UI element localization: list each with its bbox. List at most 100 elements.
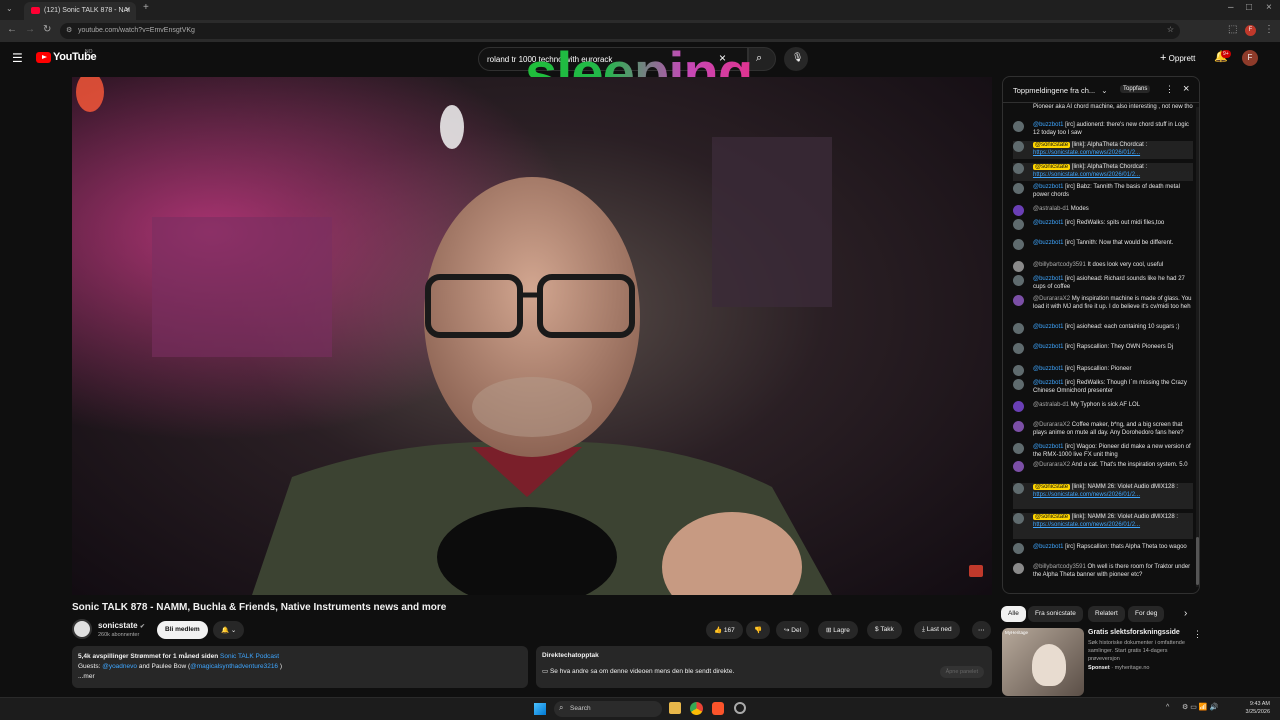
bookmark-star-icon[interactable]: ☆ [1167,25,1174,34]
open-panel-button[interactable]: Åpne panelet [939,666,984,678]
guest-link-1[interactable]: @yoadnevo [102,663,137,670]
more-actions-button[interactable]: ⋯ [972,621,991,639]
back-icon[interactable]: ← [7,24,17,36]
chat-author[interactable]: @DurararaX2 [1033,296,1070,302]
chat-avatar[interactable] [1013,379,1024,390]
chat-author[interactable]: @buzzbot1 [1033,366,1063,372]
minimize-icon[interactable]: – [1228,2,1234,14]
chat-message[interactable]: @sonicstate [link]: AlphaTheta Chordcat … [1013,163,1193,181]
close-chat-icon[interactable]: × [1183,83,1189,95]
taskbar-clock[interactable]: 9:43 AM 3/25/2026 [1238,700,1270,716]
chat-avatar[interactable] [1013,543,1024,554]
chip-related[interactable]: Relatert [1088,606,1125,622]
channel-name[interactable]: sonicstate ✔ [98,621,145,630]
chat-message[interactable]: @billybartcody3591 Oh well is there room… [1013,563,1193,583]
tray-icons[interactable]: ⚙ ▭ 📶 🔊 [1182,703,1218,711]
chat-avatar[interactable] [1013,401,1024,412]
taskbar-search-input[interactable]: ⌕ Search [554,701,662,717]
chat-author[interactable]: @buzzbot1 [1033,544,1063,550]
chat-author[interactable]: @sonicstate [1033,142,1071,148]
chat-avatar[interactable] [1013,183,1024,194]
chat-author[interactable]: @buzzbot1 [1033,122,1063,128]
site-info-icon[interactable]: ⚙ [66,26,72,34]
maximize-icon[interactable]: □ [1246,2,1252,14]
browser-tab-active[interactable]: (121) Sonic TALK 878 - NAI × [24,2,136,20]
dislike-button[interactable]: 👎 [746,621,771,639]
chat-author[interactable]: @DurararaX2 [1033,422,1070,428]
chat-message[interactable]: @buzzbot1 [irc] Babz: Tannith The basis … [1013,183,1193,199]
tray-chevron-icon[interactable]: ^ [1166,704,1169,711]
chat-avatar[interactable] [1013,365,1024,376]
url-field[interactable]: ⚙ youtube.com/watch?v=EmvEnsgtVKg ☆ [60,23,1180,39]
chat-avatar[interactable] [1013,513,1024,524]
chat-message[interactable]: @buzzbot1 [irc] asiohead: Richard sounds… [1013,275,1193,291]
chip-for-you[interactable]: For deg [1128,606,1165,622]
chat-avatar[interactable] [1013,295,1024,306]
chat-author[interactable]: @buzzbot1 [1033,380,1063,386]
chat-message[interactable]: Pioneer aka AI chord machine, also inter… [1013,103,1193,119]
account-avatar[interactable]: F [1242,50,1258,66]
chat-link[interactable]: https://sonicstate.com/news/2026/01/2... [1033,492,1140,498]
chat-mode-dropdown[interactable]: Toppmeldingene fra ch... [1013,86,1095,95]
chat-avatar[interactable] [1013,121,1024,132]
chat-author[interactable]: @buzzbot1 [1033,240,1063,246]
profile-avatar[interactable]: F [1245,25,1256,36]
chat-message[interactable]: @buzzbot1 [irc] Rapscallion: thats Alpha… [1013,543,1193,559]
chat-avatar[interactable] [1013,461,1024,472]
chat-message[interactable]: @buzzbot1 [irc] RedWalks: Though I`m mis… [1013,379,1193,395]
chat-message[interactable]: @buzzbot1 [irc] audionerd: there's new c… [1013,121,1193,137]
chat-author[interactable]: @buzzbot1 [1033,184,1063,190]
chat-link[interactable]: https://sonicstate.com/news/2026/01/2... [1033,522,1140,528]
chat-author[interactable]: @buzzbot1 [1033,324,1063,330]
forward-icon[interactable]: → [25,24,35,36]
download-button[interactable]: ⤓ Last ned [914,621,960,639]
podcast-link[interactable]: Sonic TALK Podcast [220,653,279,660]
chat-link[interactable]: https://sonicstate.com/news/2026/01/2... [1033,172,1140,178]
chat-avatar[interactable] [1013,443,1024,454]
channel-avatar[interactable] [72,619,92,639]
chat-message[interactable]: @billybartcody3591 It does look very coo… [1013,261,1193,272]
browser-menu-icon[interactable]: ⋮ [1264,24,1274,36]
chat-message[interactable]: @astralab-d1 Modes [1013,205,1193,216]
chat-message[interactable]: @DurararaX2 And a cat. That's the inspir… [1013,461,1193,477]
description-more[interactable]: ...mer [78,672,522,682]
hamburger-menu-icon[interactable]: ☰ [12,52,23,64]
chat-message[interactable]: @sonicstate [link]: NAMM 26: Violet Audi… [1013,513,1193,539]
chrome-icon[interactable] [690,702,703,715]
ad-menu-icon[interactable]: ⋮ [1193,629,1202,640]
chat-scroll-thumb[interactable] [1196,537,1199,585]
chat-avatar[interactable] [1013,563,1024,574]
chat-avatar[interactable] [1013,141,1024,152]
chat-avatar[interactable] [1013,261,1024,272]
chevron-right-icon[interactable]: › [1184,608,1187,619]
chat-avatar[interactable] [1013,343,1024,354]
chat-author[interactable]: @billybartcody3591 [1033,564,1086,570]
youtube-watermark-icon[interactable] [969,565,983,577]
window-close-icon[interactable]: × [1266,2,1272,14]
chat-message[interactable]: @buzzbot1 [irc] asiohead: each containin… [1013,323,1193,339]
chat-author[interactable]: @buzzbot1 [1033,444,1063,450]
notification-bell-button[interactable]: 🔔 ⌄ [213,621,245,639]
chat-author[interactable]: @billybartcody3591 [1033,262,1086,268]
chat-author[interactable]: @DurararaX2 [1033,462,1070,468]
chip-from-sonicstate[interactable]: Fra sonicstate [1028,606,1083,622]
chat-avatar[interactable] [1013,323,1024,334]
chat-author[interactable]: @astralab-d1 [1033,402,1069,408]
chat-message[interactable]: @sonicstate [link]: AlphaTheta Chordcat … [1013,141,1193,159]
video-player[interactable] [72,77,992,595]
reload-icon[interactable]: ↻ [43,24,51,36]
chat-link[interactable]: https://sonicstate.com/news/2026/01/2... [1033,150,1140,156]
chat-message[interactable]: @sonicstate [link]: NAMM 26: Violet Audi… [1013,483,1193,509]
chat-avatar[interactable] [1013,275,1024,286]
new-tab-icon[interactable]: + [143,2,149,14]
chat-message[interactable]: @DurararaX2 Coffee maker, b*ng, and a bi… [1013,421,1193,445]
file-explorer-icon[interactable] [669,702,681,714]
chat-avatar[interactable] [1013,205,1024,216]
app-icon[interactable] [734,702,746,714]
save-button[interactable]: ⊞ Lagre [818,621,858,639]
chat-message[interactable]: @buzzbot1 [irc] Rapscallion: Pioneer [1013,365,1193,376]
like-button[interactable]: 👍 167 [706,621,743,639]
create-button[interactable]: + Opprett [1160,52,1195,64]
chat-avatar[interactable] [1013,483,1024,494]
close-tab-icon[interactable]: × [125,5,130,14]
